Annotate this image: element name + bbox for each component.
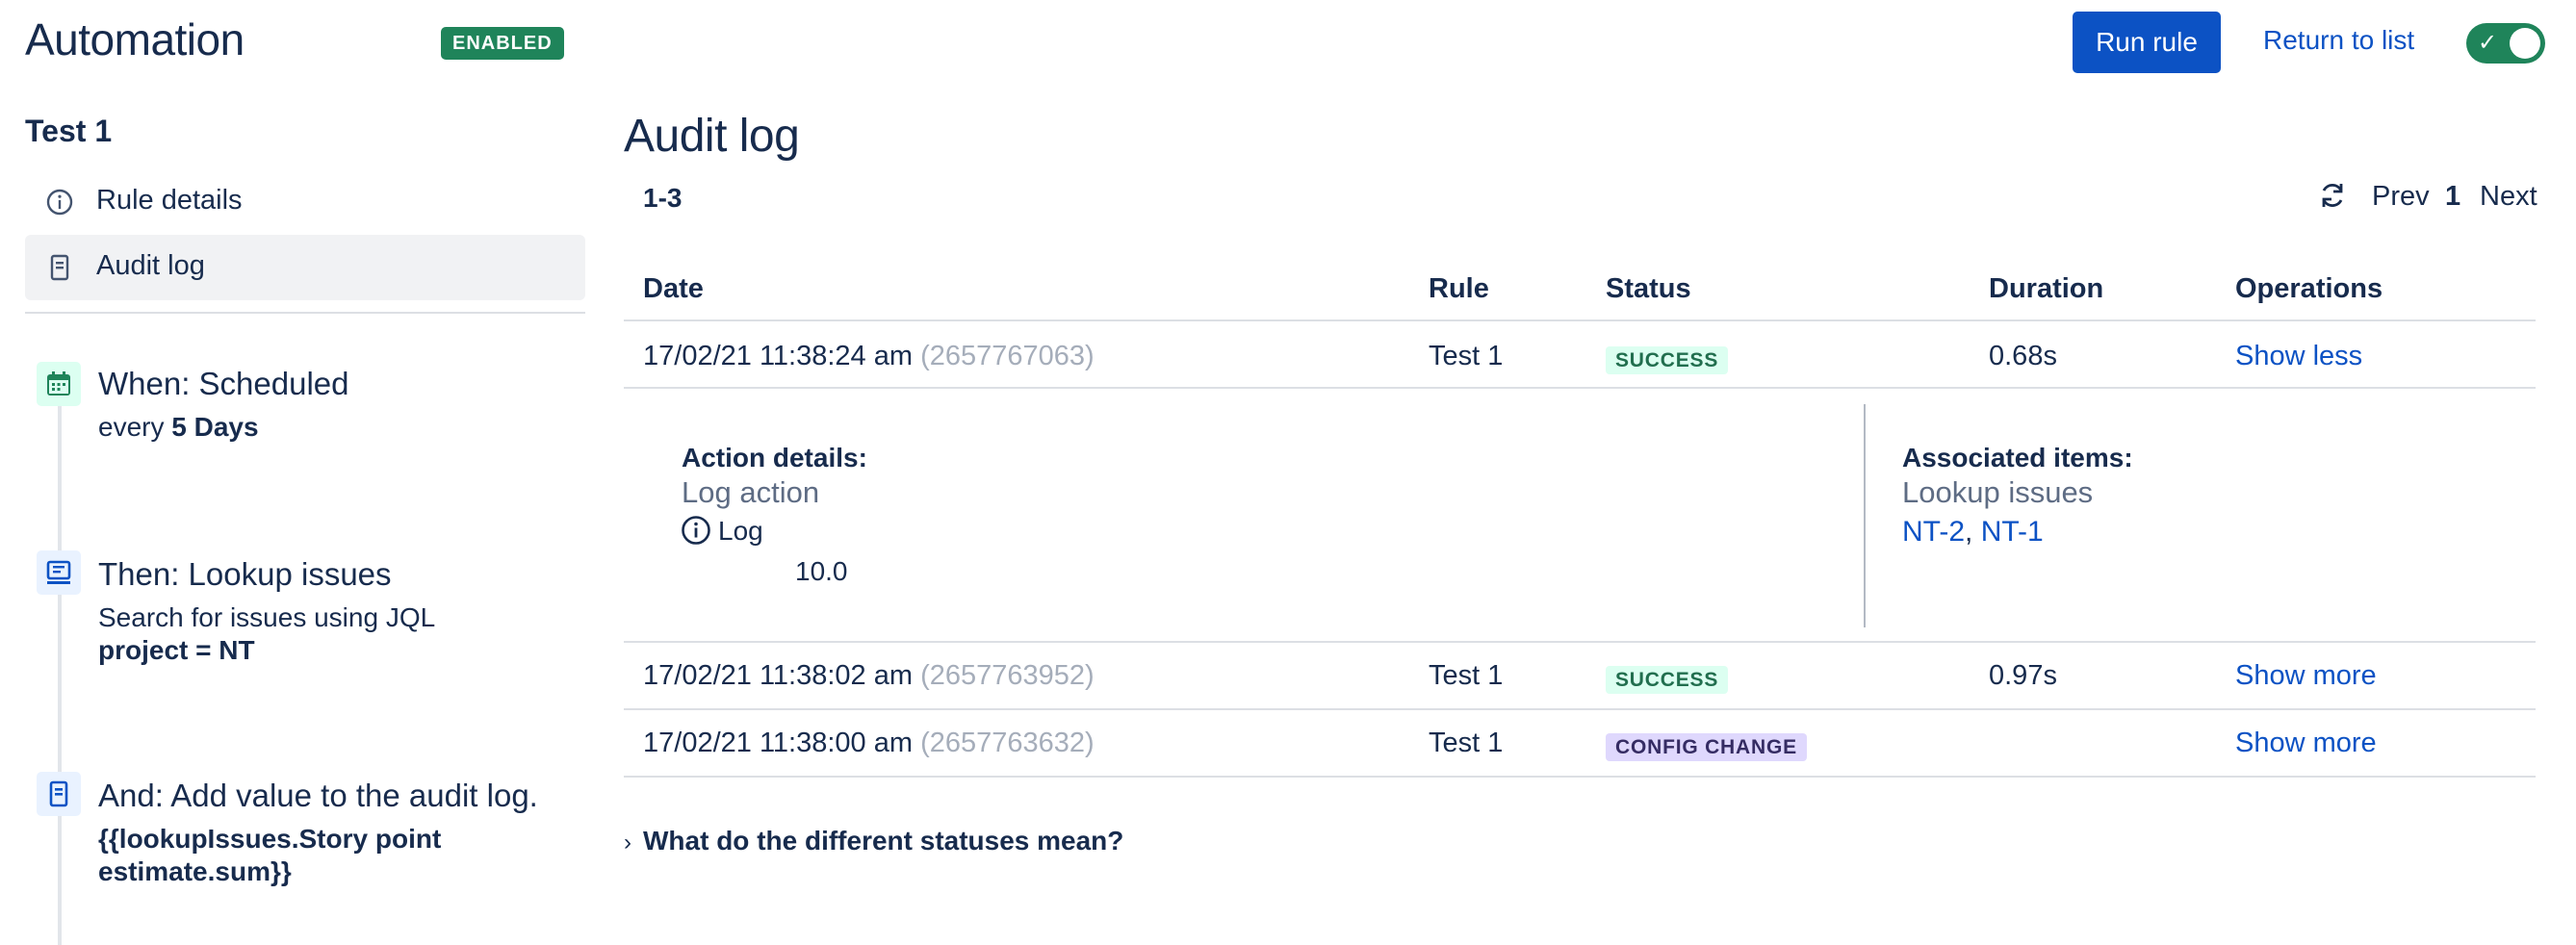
status-lozenge: SUCCESS — [1606, 666, 1729, 694]
execution-date: 17/02/21 11:38:24 am — [643, 341, 914, 371]
calendar-icon — [37, 362, 81, 406]
column-header-duration: Duration — [1989, 273, 2104, 304]
row-duration: 0.97s — [1989, 660, 2057, 691]
status-help-label: What do the different statuses mean? — [643, 826, 1124, 856]
show-more-link[interactable]: Show more — [2235, 660, 2377, 692]
row-rule: Test 1 — [1429, 728, 1504, 758]
show-more-link[interactable]: Show more — [2235, 728, 2377, 759]
component-summary: every 5 Days — [98, 412, 259, 443]
issue-link-nt-1[interactable]: NT-1 — [1981, 516, 2044, 548]
column-header-status: Status — [1606, 273, 1691, 304]
issue-link-nt-2[interactable]: NT-2 — [1902, 516, 1965, 548]
header-divider — [624, 319, 2536, 321]
details-divider — [1864, 404, 1866, 627]
rule-enabled-toggle[interactable]: ✓ — [2466, 23, 2545, 64]
check-icon: ✓ — [2478, 30, 2498, 56]
row-duration: 0.68s — [1989, 341, 2057, 371]
execution-id: (2657763952) — [920, 660, 1095, 691]
show-less-link[interactable]: Show less — [2235, 341, 2362, 372]
action-details-value: Log action — [682, 475, 820, 509]
page-title: Audit log — [624, 111, 800, 162]
enabled-badge: ENABLED — [441, 27, 564, 60]
result-range: 1-3 — [643, 183, 683, 213]
execution-date: 17/02/21 11:38:00 am — [643, 728, 914, 758]
smart-value-line-2: estimate.sum}} — [98, 856, 292, 886]
run-rule-button[interactable]: Run rule — [2073, 12, 2221, 73]
sidebar-item-audit-log[interactable]: Audit log — [25, 235, 585, 300]
status-help-expander[interactable]: › What do the different statuses mean? — [624, 826, 1123, 856]
component-lookup-issues[interactable] — [37, 550, 81, 595]
row-divider — [624, 776, 2536, 778]
row-divider — [624, 387, 2536, 389]
log-value: 10.0 — [795, 556, 848, 586]
jql-query: project = NT — [98, 635, 255, 665]
search-list-icon — [37, 550, 81, 595]
column-header-operations: Operations — [2235, 273, 2383, 304]
pagination-next[interactable]: Next — [2480, 181, 2537, 213]
document-icon — [50, 254, 69, 281]
component-when-scheduled[interactable] — [37, 362, 81, 406]
row-date: 17/02/21 11:38:02 am (2657763952) — [643, 660, 1095, 692]
status-lozenge: SUCCESS — [1606, 346, 1729, 374]
execution-id: (2657767063) — [920, 341, 1095, 371]
execution-date: 17/02/21 11:38:02 am — [643, 660, 914, 691]
row-date: 17/02/21 11:38:00 am (2657763632) — [643, 728, 1095, 759]
component-title: And: Add value to the audit log. — [98, 778, 538, 813]
smart-value-line-1: {{lookupIssues.Story point — [98, 824, 442, 854]
associated-items-label: Associated items: — [1902, 443, 2133, 472]
refresh-icon[interactable] — [2316, 179, 2349, 212]
associated-issue-links: NT-2, NT-1 — [1902, 516, 2044, 549]
rule-name: Test 1 — [25, 114, 113, 148]
info-icon — [46, 189, 73, 216]
sidebar-item-label: Audit log — [96, 250, 205, 281]
link-separator: , — [1965, 516, 1973, 548]
column-header-date: Date — [643, 273, 704, 304]
schedule-interval: 5 Days — [171, 412, 259, 442]
status-badge: SUCCESS — [1606, 662, 1729, 694]
status-badge: SUCCESS — [1606, 343, 1729, 374]
execution-id: (2657763632) — [920, 728, 1095, 758]
row-date: 17/02/21 11:38:24 am (2657767063) — [643, 341, 1095, 372]
component-summary: Search for issues using JQL — [98, 602, 436, 632]
row-rule: Test 1 — [1429, 341, 1504, 371]
pagination-current-page[interactable]: 1 — [2445, 181, 2460, 213]
app-title: Automation — [25, 14, 245, 64]
document-icon — [37, 772, 81, 816]
row-divider — [624, 708, 2536, 710]
return-to-list-link[interactable]: Return to list — [2263, 25, 2414, 56]
sidebar-divider — [25, 312, 585, 314]
info-icon — [682, 516, 710, 545]
action-details-label: Action details: — [682, 443, 867, 472]
sidebar-item-label: Rule details — [96, 185, 243, 216]
associated-items-value: Lookup issues — [1902, 475, 2094, 509]
pagination-prev[interactable]: Prev — [2372, 181, 2430, 213]
column-header-rule: Rule — [1429, 273, 1489, 304]
row-divider — [624, 641, 2536, 643]
row-rule: Test 1 — [1429, 660, 1504, 691]
status-lozenge: CONFIG CHANGE — [1606, 733, 1807, 761]
rule-timeline-line — [58, 393, 62, 945]
toggle-knob — [2510, 28, 2540, 59]
log-label: Log — [718, 516, 763, 546]
sidebar-item-rule-details[interactable]: Rule details — [25, 169, 585, 235]
component-title: Then: Lookup issues — [98, 556, 392, 592]
chevron-right-icon: › — [624, 830, 631, 856]
schedule-prefix: every — [98, 412, 172, 442]
status-badge: CONFIG CHANGE — [1606, 729, 1807, 761]
component-add-audit-log[interactable] — [37, 772, 81, 816]
component-title: When: Scheduled — [98, 366, 349, 401]
